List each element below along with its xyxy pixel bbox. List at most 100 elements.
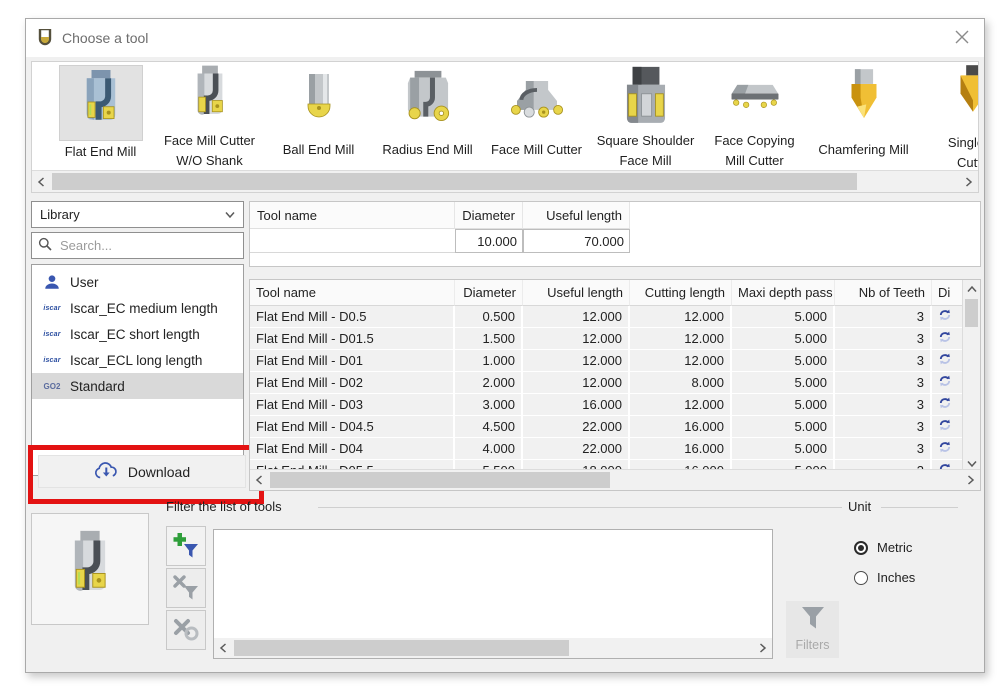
cell-cutting-length: 8.000: [630, 372, 732, 394]
table-vertical-scrollbar: [962, 280, 980, 472]
column-header-label: Maxi depth pass: [738, 285, 833, 300]
cell-maxi-depth-pass: 5.000: [732, 306, 835, 328]
metric-radio[interactable]: Metric: [854, 540, 912, 555]
tool-type-item-ball-end-mill[interactable]: Ball End Mill: [264, 62, 373, 170]
tool-type-item-face-copying[interactable]: Face CopyingMill Cutter: [700, 62, 809, 170]
tool-type-item-radius-end-mill[interactable]: Radius End Mill: [373, 62, 482, 170]
library-item-iscar-ec-short-length[interactable]: iscarIscar_EC short length: [32, 321, 243, 347]
tool-type-item-face-mill-cutter[interactable]: Face Mill CutterW/O Shank: [155, 62, 264, 170]
filter-useful-length-input[interactable]: [523, 229, 630, 253]
table-row[interactable]: Flat End Mill - D0.50.50012.00012.0005.0…: [250, 306, 965, 328]
scroll-left-button[interactable]: [250, 470, 268, 490]
tool-type-label: Radius End Mill: [382, 142, 472, 159]
tool-type-label: Square Shoulder: [597, 133, 695, 150]
table-row[interactable]: Flat End Mill - D022.00012.0008.0005.000…: [250, 372, 965, 394]
selected-tool-preview-image: [57, 530, 123, 609]
face-copying-mill-cutter-icon: [724, 76, 786, 119]
unit-group-label: Unit: [848, 499, 871, 514]
download-button-label: Download: [128, 464, 190, 480]
column-header-di[interactable]: Di: [932, 280, 965, 306]
filter-diameter-input[interactable]: [455, 229, 523, 253]
cell-nb-of-teeth: 3: [835, 306, 932, 328]
library-item-user[interactable]: User: [32, 269, 243, 295]
column-header-diameter[interactable]: Diameter: [455, 280, 523, 306]
cell-name: Flat End Mill - D0.5: [250, 306, 455, 328]
table-row[interactable]: Flat End Mill - D033.00016.00012.0005.00…: [250, 394, 965, 416]
library-item-iscar-ecl-long-length[interactable]: iscarIscar_ECL long length: [32, 347, 243, 373]
scroll-up-button[interactable]: [963, 280, 980, 297]
cell-diameter: 0.500: [455, 306, 523, 328]
cell-cutting-length: 12.000: [630, 350, 732, 372]
column-header-label: Tool name: [256, 285, 316, 300]
scrollbar-track[interactable]: [232, 638, 754, 658]
radius-end-mill-icon: [399, 70, 457, 135]
iscar-logo-icon: iscar: [40, 331, 64, 338]
tool-type-item-chamfering-mill[interactable]: Chamfering Mill: [809, 62, 918, 170]
filter-tool-name-input[interactable]: [250, 229, 455, 253]
funnel-icon: [799, 607, 827, 635]
cell-name: Flat End Mill - D01.5: [250, 328, 455, 350]
column-header-cutting-length[interactable]: Cutting length: [630, 280, 732, 306]
library-item-iscar-ec-medium-length[interactable]: iscarIscar_EC medium length: [32, 295, 243, 321]
radio-unselected-icon: [854, 571, 868, 585]
unit-group-line: [881, 507, 958, 508]
title-bar: Choose a tool: [26, 19, 984, 57]
cell-useful-length: 12.000: [523, 372, 630, 394]
cell-useful-length: 12.000: [523, 306, 630, 328]
cell-maxi-depth-pass: 5.000: [732, 350, 835, 372]
add-filter-button[interactable]: [166, 526, 206, 566]
tool-type-item-face-mill-cutter[interactable]: Face Mill Cutter: [482, 62, 591, 170]
filter-header-useful-length: Useful length: [523, 202, 630, 229]
download-button[interactable]: Download: [38, 455, 246, 488]
inches-radio[interactable]: Inches: [854, 570, 915, 585]
table-row[interactable]: Flat End Mill - D04.54.50022.00016.0005.…: [250, 416, 965, 438]
column-header-nb-of-teeth[interactable]: Nb of Teeth: [835, 280, 932, 306]
scrollbar-track[interactable]: [50, 171, 960, 192]
library-dropdown-value: Library: [40, 207, 225, 222]
table-row[interactable]: Flat End Mill - D044.00022.00016.0005.00…: [250, 438, 965, 460]
cell-useful-length: 12.000: [523, 328, 630, 350]
column-header-useful-length[interactable]: Useful length: [523, 280, 630, 306]
search-box: [31, 232, 244, 259]
scrollbar-thumb[interactable]: [965, 299, 978, 327]
tool-type-label: Face Mill: [619, 153, 671, 170]
scrollbar-track[interactable]: [268, 470, 962, 490]
cell-nb-of-teeth: 3: [835, 394, 932, 416]
tool-type-item-square-shoulder[interactable]: Square Shoulder Face Mill: [591, 62, 700, 170]
remove-filter-button[interactable]: [166, 568, 206, 608]
cell-useful-length: 12.000: [523, 350, 630, 372]
search-input[interactable]: [58, 237, 238, 254]
column-header-maxi-depth-pass[interactable]: Maxi depth pass: [732, 280, 835, 306]
scroll-right-button[interactable]: [962, 470, 980, 490]
square-shoulder-face-mill-icon: [618, 66, 674, 129]
close-button[interactable]: [940, 19, 984, 57]
scroll-right-button[interactable]: [754, 638, 772, 658]
cell-direction: [932, 306, 965, 328]
tool-type-strip: Flat End MillFace Mill CutterW/O ShankBa…: [31, 61, 979, 193]
library-item-standard[interactable]: GO2Standard: [32, 373, 243, 399]
scrollbar-thumb[interactable]: [234, 640, 569, 656]
tool-type-item-flat-end-mill[interactable]: Flat End Mill: [46, 62, 155, 170]
clear-filters-button[interactable]: [166, 610, 206, 650]
filters-button[interactable]: Filters: [786, 601, 839, 658]
tool-strip-scrollbar: [32, 170, 978, 192]
tool-type-label: Chamfering Mill: [818, 142, 908, 159]
scroll-left-button[interactable]: [32, 171, 50, 192]
cell-maxi-depth-pass: 5.000: [732, 372, 835, 394]
column-header-tool-name[interactable]: Tool name: [250, 280, 455, 306]
cell-direction: [932, 438, 965, 460]
scroll-right-button[interactable]: [960, 171, 978, 192]
column-header-label: Di: [938, 285, 950, 300]
unit-group-line: [768, 507, 842, 508]
scrollbar-thumb[interactable]: [270, 472, 610, 488]
tool-type-label: Single-A: [948, 135, 978, 152]
tool-icon-box: [59, 65, 143, 141]
tool-type-item-single-a[interactable]: Single-ACutte: [918, 62, 978, 170]
library-dropdown[interactable]: Library: [31, 201, 244, 228]
tool-preview: [31, 513, 149, 625]
table-row[interactable]: Flat End Mill - D01.51.50012.00012.0005.…: [250, 328, 965, 350]
chevron-down-icon: [225, 207, 235, 222]
table-row[interactable]: Flat End Mill - D011.00012.00012.0005.00…: [250, 350, 965, 372]
scroll-left-button[interactable]: [214, 638, 232, 658]
scrollbar-thumb[interactable]: [52, 173, 857, 190]
